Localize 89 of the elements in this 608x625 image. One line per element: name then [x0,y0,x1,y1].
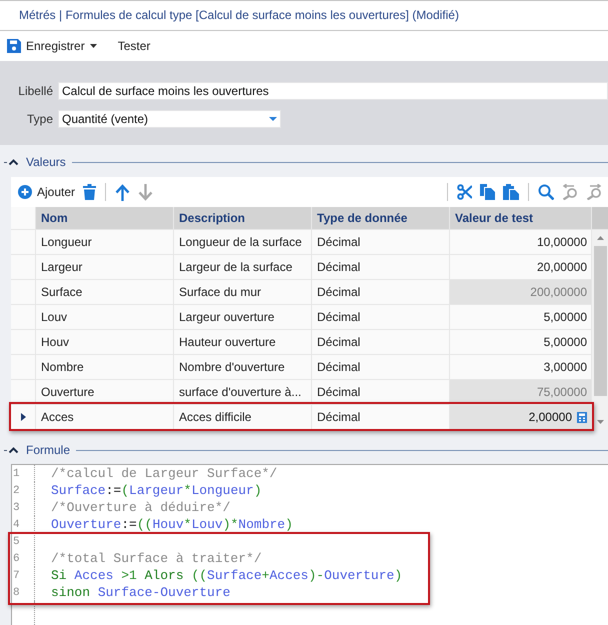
table-cell: 5,00000 [450,305,592,330]
line-number: 6 [13,553,20,565]
table-cell: Longueur de la surface [174,230,312,255]
table-cell: Décimal [312,355,450,380]
table-cell: 75,00000 [450,380,592,405]
scroll-up-icon[interactable] [596,236,604,240]
table-cell: Décimal [312,280,450,305]
magnifier-arrow-icon [586,184,602,200]
paste-button[interactable] [503,184,519,200]
field-label: Type [26,112,53,126]
line-number: 4 [13,519,20,531]
move-up-button[interactable] [115,184,130,200]
delete-button[interactable] [83,184,96,200]
table-cell: Largeur de la surface [174,255,312,280]
line-number: 5 [13,536,20,548]
section-title: Valeurs [26,154,66,170]
calculator-icon[interactable] [577,412,587,422]
table-cell: surface d'ouverture à... [174,380,312,405]
table-cell: Largeur [36,255,174,280]
caret-icon [269,117,277,121]
column-header[interactable]: Type de donnée [312,207,450,229]
table-cell: 10,00000 [450,230,592,255]
plus-circle-icon [18,185,32,199]
table-cell: Surface [36,280,174,305]
magnifier-arrow-icon [562,184,578,200]
code-line[interactable]: Surface:=(Largeur*Longueur) [51,482,262,499]
scissors-icon [457,184,472,200]
value-input[interactable]: 2,00000 [450,405,592,430]
test-button[interactable]: Tester [114,37,154,55]
line-number: 2 [13,485,20,497]
table-cell: 20,00000 [450,255,592,280]
arrow-down-icon [138,184,154,200]
row-selector[interactable] [11,380,36,405]
table-cell: 5,00000 [450,330,592,355]
table-cell: Décimal [312,380,450,405]
collapse-icon[interactable] [4,158,20,166]
table-cell: Longueur [36,230,174,255]
table-cell: Ouverture [36,380,174,405]
table-cell: Largeur ouverture [174,305,312,330]
code-line[interactable]: sinon Surface-Ouverture [51,584,230,601]
table-cell: Décimal [312,230,450,255]
scroll-down-icon[interactable] [596,420,604,424]
paste-icon [503,184,519,200]
table-cell: Nombre d'ouverture [174,355,312,380]
table-cell: 3,00000 [450,355,592,380]
line-number: 7 [13,570,20,582]
table-cell: 200,00000 [450,280,592,305]
code-line[interactable]: Si Acces >1 Alors ((Surface+Acces)-Ouverture) [51,567,402,584]
column-header[interactable]: Description [174,207,312,229]
column-header[interactable]: Nom [36,207,174,229]
search-icon [538,184,554,200]
code-editor[interactable] [11,464,608,625]
collapse-icon[interactable] [4,446,20,454]
code-line[interactable]: /*calcul de Largeur Surface*/ [51,465,278,482]
table-cell: Acces [36,405,174,430]
field-label: Libellé [17,84,53,98]
cut-button[interactable] [457,184,472,200]
arrow-up-icon [115,184,130,200]
code-line[interactable]: Ouverture:=((Houv*Louv)*Nombre) [51,516,293,533]
scrollbar-thumb[interactable] [594,246,606,396]
table-cell: Hauteur ouverture [174,330,312,355]
window-title: Métrés | Formules de calcul type [Calcul de surface moins les ouvertures] (Modifié) [19,8,459,23]
caret-icon [90,44,97,48]
text-field[interactable]: Calcul de surface moins les ouvertures [58,82,608,100]
scrollbar[interactable] [592,230,608,430]
dropdown[interactable]: Quantité (vente) [58,110,281,128]
row-selector[interactable] [11,405,36,430]
table-cell: Décimal [312,405,450,430]
table-cell: Surface du mur [174,280,312,305]
add-button[interactable]: Ajouter [18,185,76,199]
trash-icon [83,184,96,200]
line-number: 8 [13,587,20,599]
table-cell: Nombre [36,355,174,380]
search-button[interactable] [538,184,554,200]
line-number: 1 [13,468,20,480]
table-cell: Acces difficile [174,405,312,430]
table-cell: Décimal [312,255,450,280]
save-button[interactable]: Enregistrer [4,37,100,55]
table-cell: Houv [36,330,174,355]
copy-button[interactable] [480,184,495,200]
copy-icon [480,184,495,200]
table-cell: Décimal [312,330,450,355]
section-title: Formule [26,442,70,458]
code-line[interactable]: /*total Surface à traiter*/ [51,550,262,567]
code-line[interactable]: /*Ouverture à déduire*/ [51,499,230,516]
line-number: 3 [13,502,20,514]
save-icon [7,39,21,53]
table-cell: Louv [36,305,174,330]
table-cell: Décimal [312,305,450,330]
